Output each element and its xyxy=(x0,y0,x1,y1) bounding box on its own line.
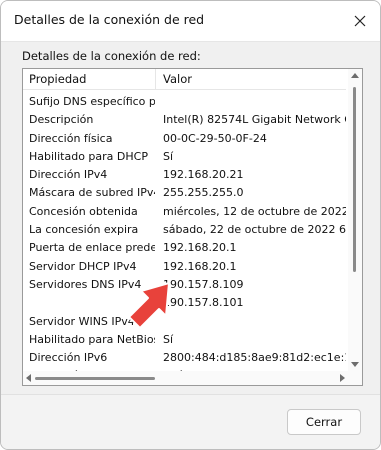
property-cell: Sufijo DNS específico p... xyxy=(29,95,155,108)
value-cell: 190.157.8.109 xyxy=(163,277,244,291)
table-row[interactable]: Sufijo DNS específico p... xyxy=(23,93,346,111)
column-divider[interactable] xyxy=(155,69,156,89)
property-cell: Concesión obtenida xyxy=(29,204,138,218)
title-bar: Detalles de la conexión de red xyxy=(1,1,380,42)
table-row[interactable]: Habilitado para NetBios ...Sí xyxy=(23,331,346,349)
property-cell: Dirección IPv4 xyxy=(29,168,108,182)
table-row[interactable]: Dirección física 00-0C-29-50-0F-24 xyxy=(23,130,346,148)
details-list[interactable]: Propiedad Valor Sufijo DNS específico p.… xyxy=(22,68,363,386)
value-cell: Sí xyxy=(163,332,174,346)
value-cell: miércoles, 12 de octubre de 2022 6:5( xyxy=(163,204,346,218)
property-cell: Servidor DHCP IPv4 xyxy=(29,259,137,273)
property-cell: Dirección física xyxy=(29,131,113,145)
property-cell: Máscara de subred IPv4 xyxy=(29,186,155,200)
table-row[interactable]: Habilitado para DHCP Sí xyxy=(23,148,346,166)
table-row[interactable]: Dirección IPv4 192.168.20.21 xyxy=(23,166,346,184)
close-button[interactable]: Cerrar xyxy=(287,409,361,435)
red-arrow-annotation xyxy=(127,281,175,335)
property-cell: Puerta de enlace predet... xyxy=(29,241,155,255)
value-cell: Sí xyxy=(163,149,174,163)
horizontal-scroll-thumb[interactable] xyxy=(35,377,155,380)
table-row[interactable]: La concesión expira sábado, 22 de octubre… xyxy=(23,221,346,239)
details-label: Detalles de la conexión de red: xyxy=(22,49,201,63)
table-row[interactable]: Puerta de enlace predet... 192.168.20.1 xyxy=(23,239,346,257)
dialog-footer: Cerrar xyxy=(1,394,380,449)
scroll-left-arrow-icon[interactable] xyxy=(26,374,31,382)
value-cell: 192.168.20.1 xyxy=(163,259,237,273)
value-cell: 255.255.255.0 xyxy=(163,186,244,200)
table-row[interactable]: Concesión obtenida miércoles, 12 de octub… xyxy=(23,203,346,221)
scroll-up-arrow-icon[interactable] xyxy=(351,73,359,78)
property-cell: La concesión expira xyxy=(29,223,139,237)
vertical-scroll-thumb[interactable] xyxy=(353,87,356,272)
column-header-value[interactable]: Valor xyxy=(163,72,192,86)
value-cell: 00-0C-29-50-0F-24 xyxy=(163,131,267,145)
table-row[interactable]: Máscara de subred IPv4 255.255.255.0 xyxy=(23,184,346,202)
list-rows: Sufijo DNS específico p... Descripción Int… xyxy=(23,93,346,385)
vertical-scrollbar[interactable] xyxy=(348,69,362,385)
network-details-dialog: Detalles de la conexión de red Detalles … xyxy=(0,0,381,450)
scroll-right-arrow-icon[interactable] xyxy=(340,374,345,382)
value-cell: 192.168.20.21 xyxy=(163,168,244,182)
list-header: Propiedad Valor xyxy=(23,69,346,90)
value-cell: 192.168.20.1 xyxy=(163,241,237,255)
table-row[interactable]: Descripción Intel(R) 82574L Gigabit Netwo… xyxy=(23,111,346,129)
column-header-property[interactable]: Propiedad xyxy=(29,72,86,86)
dialog-title: Detalles de la conexión de red xyxy=(14,12,205,27)
table-row[interactable]: Servidores DNS IPv4 190.157.8.109 xyxy=(23,276,346,294)
scroll-down-arrow-icon[interactable] xyxy=(351,362,359,367)
table-row[interactable]: Servidor DHCP IPv4 192.168.20.1 xyxy=(23,258,346,276)
close-window-button[interactable] xyxy=(346,7,374,35)
table-row[interactable]: Servidor WINS IPv4 xyxy=(23,313,346,331)
value-cell: 2800:484:d185:8ae9:81d2:ec1e:1a91 xyxy=(163,351,346,365)
property-cell: Dirección IPv6 xyxy=(29,351,108,365)
value-cell: Intel(R) 82574L Gigabit Network Conn xyxy=(163,113,346,127)
value-cell: sábado, 22 de octubre de 2022 6:50: xyxy=(163,223,346,237)
property-cell: Descripción xyxy=(29,113,94,127)
property-cell: Habilitado para DHCP xyxy=(29,149,148,163)
value-cell: 190.157.8.101 xyxy=(163,296,244,310)
horizontal-scrollbar[interactable] xyxy=(23,371,348,385)
table-row[interactable]: Dirección IPv6 2800:484:d185:8ae9:81d2:ec… xyxy=(23,349,346,367)
table-row[interactable]: 190.157.8.101 xyxy=(23,294,346,312)
close-icon xyxy=(354,12,366,31)
